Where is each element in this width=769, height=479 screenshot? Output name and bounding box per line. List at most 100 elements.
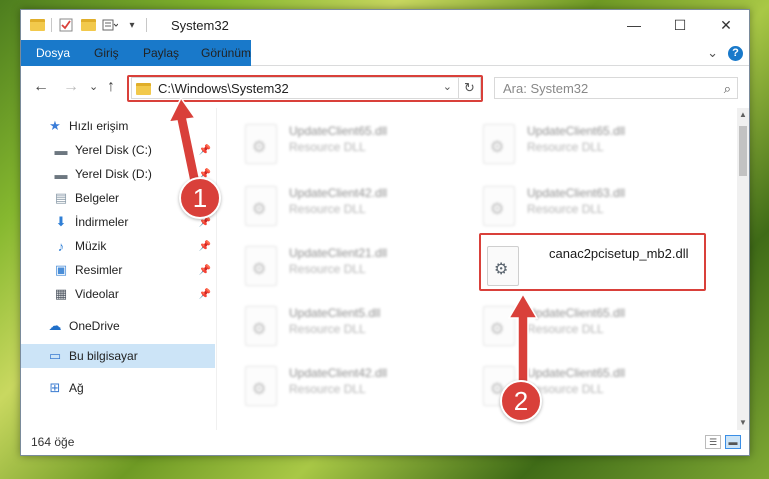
minimize-button[interactable]: — [611, 10, 657, 40]
file-name: UpdateClient42.dll [289, 186, 388, 200]
sidebar-item-label: Hızlı erişim [69, 119, 129, 133]
customize-toolbar-icon[interactable] [102, 17, 118, 33]
window-controls: — ☐ ✕ [611, 10, 749, 40]
sidebar-item-network[interactable]: ⊞ Ağ [21, 376, 215, 400]
step-1-badge: 1 [179, 177, 221, 219]
toolbar-divider [146, 18, 147, 32]
new-folder-icon[interactable] [80, 17, 96, 33]
search-box[interactable]: Ara: System32 ⌕ [494, 77, 738, 99]
sidebar-item-label: OneDrive [69, 319, 120, 333]
sidebar-item-label: Bu bilgisayar [69, 349, 138, 363]
file-item[interactable]: ⚙ UpdateClient21.dll Resource DLL [239, 238, 469, 292]
close-button[interactable]: ✕ [703, 10, 749, 40]
dll-file-icon: ⚙ [483, 186, 515, 226]
dll-file-icon: ⚙ [245, 306, 277, 346]
file-type: Resource DLL [289, 202, 366, 216]
documents-icon: ▤ [54, 190, 68, 205]
forward-button[interactable]: → [63, 78, 79, 96]
file-highlight-box [479, 233, 706, 291]
file-name: UpdateClient63.dll [527, 186, 626, 200]
file-name: UpdateClient65.dll [527, 306, 626, 320]
drive-icon: ▬ [54, 166, 68, 182]
file-name: UpdateClient5.dll [289, 306, 381, 320]
sidebar-item-onedrive[interactable]: ☁ OneDrive [21, 314, 215, 338]
file-item[interactable]: ⚙ UpdateClient65.dll Resource DLL [239, 116, 469, 170]
chevron-down-icon[interactable]: ▾ [124, 17, 140, 33]
pin-icon[interactable]: 📌 [199, 241, 211, 252]
maximize-button[interactable]: ☐ [657, 10, 703, 40]
sidebar-item-label: Müzik [75, 239, 107, 253]
toolbar-divider [51, 18, 52, 32]
back-button[interactable]: ← [33, 78, 49, 96]
file-item[interactable]: ⚙ UpdateClient5.dll Resource DLL [239, 298, 469, 352]
download-icon: ⬇ [55, 214, 67, 229]
computer-icon: ▭ [48, 348, 62, 363]
scroll-thumb[interactable] [739, 126, 747, 176]
ribbon-tabs: Dosya Giriş Paylaş Görünüm ⌄ ? [21, 40, 749, 94]
network-icon: ⊞ [49, 380, 61, 395]
status-bar: 164 öğe ☰ ▬ [21, 430, 749, 455]
video-icon: ▦ [54, 286, 68, 301]
dll-file-icon: ⚙ [245, 246, 277, 286]
star-icon: ★ [49, 118, 61, 133]
recent-locations-button[interactable]: ⌄ [89, 80, 98, 93]
tab-share[interactable]: Paylaş [131, 40, 191, 66]
file-item[interactable]: ⚙ UpdateClient65.dll Resource DLL [477, 116, 707, 170]
file-type: Resource DLL [527, 140, 604, 154]
sidebar-item-label: Ağ [69, 381, 84, 395]
properties-icon[interactable] [58, 17, 74, 33]
dll-file-icon: ⚙ [245, 186, 277, 226]
sidebar-item-music[interactable]: ♪ Müzik 📌 [21, 234, 215, 258]
folder-icon[interactable] [29, 17, 45, 33]
details-view-icon[interactable]: ☰ [705, 435, 721, 449]
tab-view[interactable]: Görünüm [189, 40, 263, 66]
file-name: UpdateClient21.dll [289, 246, 388, 260]
file-type: Resource DLL [289, 262, 366, 276]
sidebar-item-videos[interactable]: ▦ Videolar 📌 [21, 282, 215, 306]
item-count: 164 öğe [31, 435, 75, 449]
scroll-down-icon[interactable]: ▼ [737, 416, 749, 430]
up-button[interactable]: ↑ [107, 78, 115, 96]
dll-file-icon: ⚙ [245, 124, 277, 164]
expand-ribbon-icon[interactable]: ⌄ [707, 45, 718, 61]
file-type: Resource DLL [527, 202, 604, 216]
sidebar-item-pictures[interactable]: ▣ Resimler 📌 [21, 258, 215, 282]
sidebar-item-label: Videolar [75, 287, 119, 301]
arrow-up-icon [507, 292, 539, 391]
arrow-up-icon [167, 96, 202, 189]
large-icons-view-icon[interactable]: ▬ [725, 435, 741, 449]
pin-icon[interactable]: 📌 [199, 265, 211, 276]
title-bar: ▾ System32 — ☐ ✕ [21, 10, 749, 40]
dll-file-icon: ⚙ [245, 366, 277, 406]
file-type: Resource DLL [289, 382, 366, 396]
sidebar-item-label: Yerel Disk (D:) [75, 167, 152, 181]
file-item[interactable]: ⚙ UpdateClient63.dll Resource DLL [477, 178, 707, 232]
file-item[interactable]: ⚙ UpdateClient42.dll Resource DLL [239, 358, 469, 412]
quick-access-toolbar: ▾ [29, 17, 147, 33]
file-type: Resource DLL [289, 322, 366, 336]
sidebar-item-label: Belgeler [75, 191, 120, 205]
help-icon[interactable]: ? [728, 45, 743, 61]
search-input[interactable]: Ara: System32 [503, 81, 588, 96]
cloud-icon: ☁ [48, 318, 62, 333]
file-name: UpdateClient65.dll [289, 124, 388, 138]
scroll-up-icon[interactable]: ▲ [737, 108, 749, 122]
search-icon[interactable]: ⌕ [724, 81, 731, 97]
pin-icon[interactable]: 📌 [199, 289, 211, 300]
ribbon-controls: ⌄ ? [707, 45, 743, 61]
file-item[interactable]: ⚙ UpdateClient42.dll Resource DLL [239, 178, 469, 232]
sidebar-item-this-pc[interactable]: ▭ Bu bilgisayar [21, 344, 215, 368]
file-name: UpdateClient65.dll [527, 124, 626, 138]
pictures-icon: ▣ [54, 262, 68, 277]
file-name: UpdateClient42.dll [289, 366, 388, 380]
tab-home[interactable]: Giriş [82, 40, 131, 66]
step-2-badge: 2 [500, 380, 542, 422]
sidebar-item-label: Resimler [75, 263, 123, 277]
vertical-scrollbar[interactable]: ▲ ▼ [737, 108, 749, 430]
sidebar-item-label: Yerel Disk (C:) [75, 143, 152, 157]
dll-file-icon: ⚙ [483, 124, 515, 164]
file-name: UpdateClient65.dll [527, 366, 626, 380]
file-type: Resource DLL [289, 140, 366, 154]
music-icon: ♪ [57, 238, 65, 254]
window-title: System32 [171, 18, 229, 33]
